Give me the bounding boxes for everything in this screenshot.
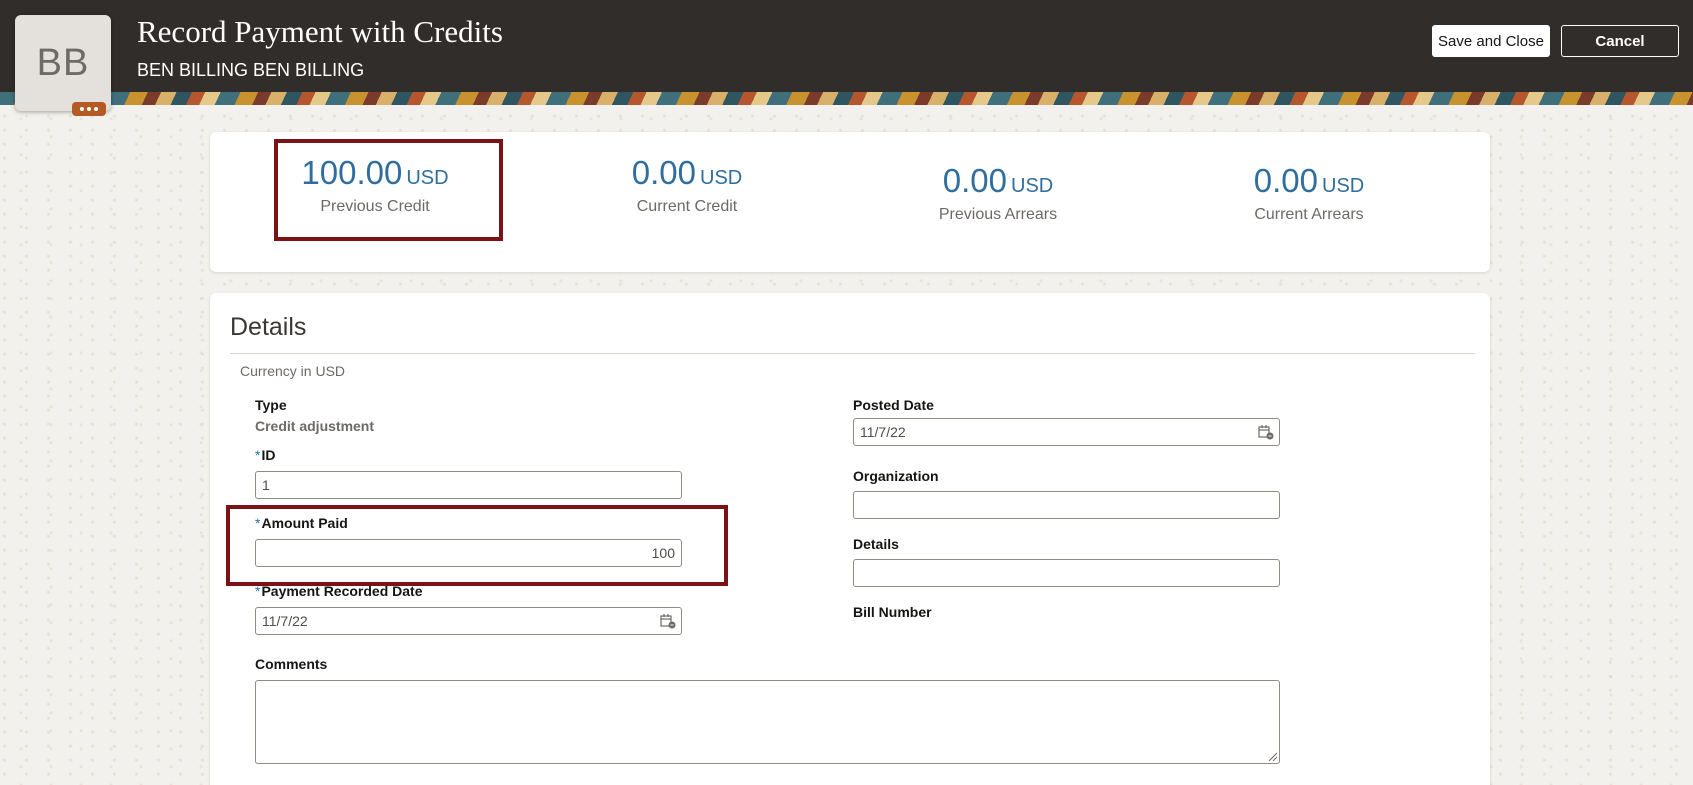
posted-date-input[interactable]: 11/7/22 [853, 418, 1280, 446]
id-value: 1 [262, 477, 270, 493]
metric-value: 0.00 [1253, 162, 1318, 199]
metric-unit: USD [700, 167, 743, 189]
section-title: Details [230, 313, 307, 341]
payment-recorded-date-input[interactable]: 11/7/22 [255, 607, 682, 635]
metric-current-arrears: 0.00 USD Current Arrears [1194, 162, 1424, 224]
calendar-icon[interactable] [660, 613, 676, 629]
metric-label: Current Credit [636, 198, 738, 215]
currency-note: Currency in USD [240, 363, 346, 379]
type-label: Type [255, 397, 287, 413]
type-value: Credit adjustment [255, 418, 375, 434]
posted-date-value: 11/7/22 [860, 424, 906, 440]
id-label: *ID [255, 447, 276, 463]
divider [230, 353, 1475, 354]
resize-grip-icon[interactable] [1267, 751, 1277, 761]
details-input[interactable] [853, 559, 1280, 587]
id-input[interactable]: 1 [255, 471, 682, 499]
page-title: Record Payment with Credits [137, 14, 503, 49]
metric-label: Current Arrears [1254, 206, 1364, 223]
metric-previous-arrears: 0.00 USD Previous Arrears [883, 162, 1113, 224]
comments-label: Comments [255, 656, 328, 672]
bill-number-label: Bill Number [853, 604, 932, 620]
organization-input[interactable] [853, 491, 1280, 519]
metric-label: Previous Arrears [938, 206, 1058, 223]
calendar-icon[interactable] [1258, 424, 1274, 440]
comments-textarea[interactable] [255, 680, 1280, 764]
posted-date-label: Posted Date [853, 397, 934, 413]
metric-value: 0.00 [942, 162, 1007, 199]
highlight-previous-credit [274, 139, 503, 241]
page-header: Record Payment with Credits BEN BILLING … [0, 0, 1693, 92]
highlight-amount-paid [226, 505, 728, 586]
more-options-icon[interactable] [72, 102, 106, 116]
organization-label: Organization [853, 468, 939, 484]
save-and-close-button[interactable]: Save and Close [1432, 25, 1550, 57]
payment-recorded-date-value: 11/7/22 [262, 613, 308, 629]
metric-value: 0.00 [631, 154, 696, 191]
metric-unit: USD [1322, 175, 1365, 197]
page-subtitle: BEN BILLING BEN BILLING [137, 60, 365, 80]
details-label: Details [853, 536, 899, 552]
metric-unit: USD [1011, 175, 1054, 197]
required-marker: * [255, 447, 261, 463]
cancel-button[interactable]: Cancel [1561, 25, 1679, 57]
avatar[interactable]: BB [15, 15, 111, 111]
decorative-banner [0, 92, 1693, 105]
metric-current-credit: 0.00 USD Current Credit [572, 154, 802, 216]
